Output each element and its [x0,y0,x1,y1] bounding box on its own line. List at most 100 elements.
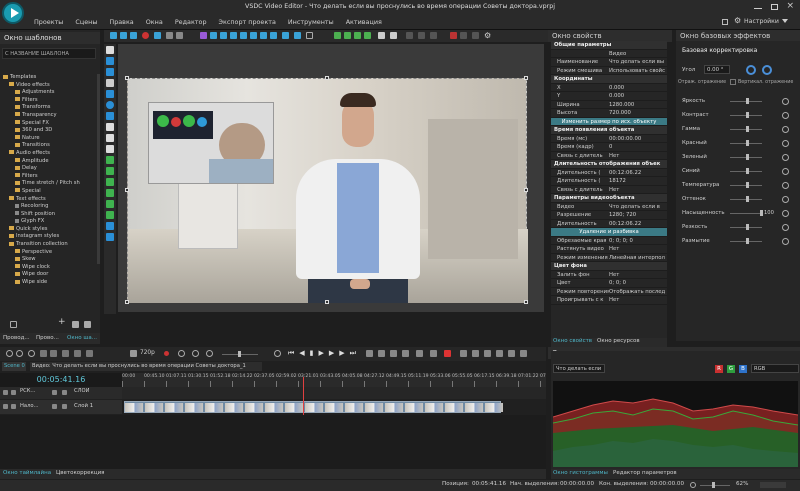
tree-item[interactable]: Amplitude [0,158,97,166]
mask-icon[interactable] [106,200,114,208]
property-row[interactable]: Режим изменения Линейная интерпол [551,254,667,262]
zoom-fit-icon[interactable] [690,482,696,488]
property-row[interactable]: Ширина 1280.000 [551,101,667,109]
lock-layer-icon[interactable] [11,390,16,395]
transport-controls[interactable]: ⏮◀▮▶▶▶⏭ [288,349,361,358]
slider-knob[interactable] [746,112,749,118]
property-value[interactable]: Что делать если вы [609,58,666,66]
reset-icon[interactable] [782,126,789,133]
paste-icon[interactable] [130,32,137,39]
slider-knob[interactable] [746,224,749,230]
move-up-icon[interactable] [334,32,341,39]
playback-icon[interactable] [192,350,199,357]
property-row[interactable]: Видео Что делать если в [551,203,667,211]
slider-knob[interactable] [746,196,749,202]
reset-icon[interactable] [782,210,789,217]
property-action-button[interactable]: Изменить размер по исх. объекту [551,117,667,126]
property-value[interactable]: 0 [609,143,666,151]
tree-item[interactable]: Filters [0,97,97,105]
tree-item[interactable]: Templates [0,74,97,82]
tree-item[interactable]: Adjustments [0,89,97,97]
effect-slider[interactable] [730,98,762,104]
rectangle-icon[interactable] [106,90,114,98]
align-top-icon[interactable] [240,32,247,39]
property-value[interactable]: 0; 0; 0 [609,279,666,287]
collapse-icon[interactable] [10,321,17,328]
tab-projects-explorer[interactable]: Провод... [3,334,30,343]
zoom-in-icon[interactable] [28,350,35,357]
redo-icon[interactable] [176,32,183,39]
canvas-icon[interactable] [472,32,479,39]
layout-split-icon[interactable] [484,350,491,357]
align-bottom-icon[interactable] [260,32,267,39]
property-value[interactable]: 00:00:00.00 [609,135,666,143]
alert-icon[interactable] [444,350,451,357]
reset-icon[interactable] [782,98,789,105]
align-left-icon[interactable] [210,32,217,39]
tree-item[interactable]: Transforms [0,104,97,112]
property-value[interactable]: Использовать свойс [609,67,666,75]
trash-icon[interactable] [72,321,79,328]
resolution-select[interactable]: 720p [140,350,155,356]
waveform-icon[interactable] [106,233,114,241]
property-section-header[interactable]: Координаты [551,75,667,84]
tree-item[interactable]: Shift position [0,211,97,219]
tree-item[interactable]: Wipe door [0,271,97,279]
gear-icon[interactable]: ⚙ [734,16,741,25]
reset-icon[interactable] [782,196,789,203]
tree-item[interactable]: Delay [0,165,97,173]
marker-icon[interactable] [74,350,81,357]
property-value[interactable]: Линейная интерпол [609,254,666,262]
property-row[interactable]: Y 0.000 [551,92,667,101]
tree-item[interactable]: Filters [0,173,97,181]
picture-in-picture[interactable] [148,102,274,184]
slider-knob[interactable] [746,182,749,188]
slider-knob[interactable] [746,140,749,146]
tab-objects-explorer[interactable]: Прово... [36,334,59,343]
time-ruler[interactable]: 00:00 00:45.10 01:07.11 01:30.15 01:52.18 02:… [122,373,546,387]
snap-tool-icon[interactable] [62,350,69,357]
add-track-icon[interactable] [6,350,13,357]
fill-icon[interactable] [450,32,457,39]
bring-front-icon[interactable] [354,32,361,39]
tab-resources[interactable]: Окно ресурсов [597,337,640,346]
cut-tool-icon[interactable] [40,350,47,357]
guides-icon[interactable] [430,32,437,39]
free-shape-icon[interactable] [106,178,114,186]
property-value[interactable]: Нет [609,271,666,279]
angle-input[interactable]: 0.00 ° [704,65,730,74]
group-icon[interactable] [294,32,301,39]
reset-icon[interactable] [782,182,789,189]
image-object-icon[interactable] [106,112,114,120]
property-value[interactable]: 00:12:06.22 [609,169,666,177]
align-right-icon[interactable] [230,32,237,39]
distribute-icon[interactable] [270,32,277,39]
menu-scenes[interactable]: Сцены [75,18,97,26]
animation-icon[interactable] [106,167,114,175]
property-value[interactable]: Нет [609,152,666,160]
property-row[interactable]: Растянуть видео Нет [551,245,667,254]
send-back-icon[interactable] [364,32,371,39]
pip-icon[interactable] [416,350,423,357]
property-row[interactable]: Разрешение 1280; 720 [551,211,667,220]
pointer-icon[interactable] [106,46,114,54]
tree-item[interactable]: Wipe side [0,279,97,287]
property-row[interactable]: Проигрывать с к Нет [551,296,667,305]
property-value[interactable]: Отображать послед [609,288,666,296]
chevron-down-icon[interactable] [782,19,788,23]
mirror-horizontal-label[interactable]: Отраж. отражение [678,80,726,85]
property-row[interactable]: Длительность (18172 [551,177,667,186]
menu-tools[interactable]: Инструменты [288,18,334,26]
effect-slider[interactable] [730,182,762,188]
slider-knob[interactable] [746,168,749,174]
property-row[interactable]: Обрезаемые края 0; 0; 0; 0 [551,237,667,245]
tab-histogram[interactable]: Окно гистограммы [553,469,608,478]
reset-icon[interactable] [782,140,789,147]
record-icon[interactable] [142,32,149,39]
tree-item[interactable]: Audio effects [0,150,97,158]
video-clip[interactable] [124,401,503,413]
property-value[interactable]: Нет [609,186,666,194]
line-icon[interactable] [106,79,114,87]
property-section-header[interactable]: Время появления объекта [551,126,667,135]
undo-icon[interactable] [166,32,173,39]
